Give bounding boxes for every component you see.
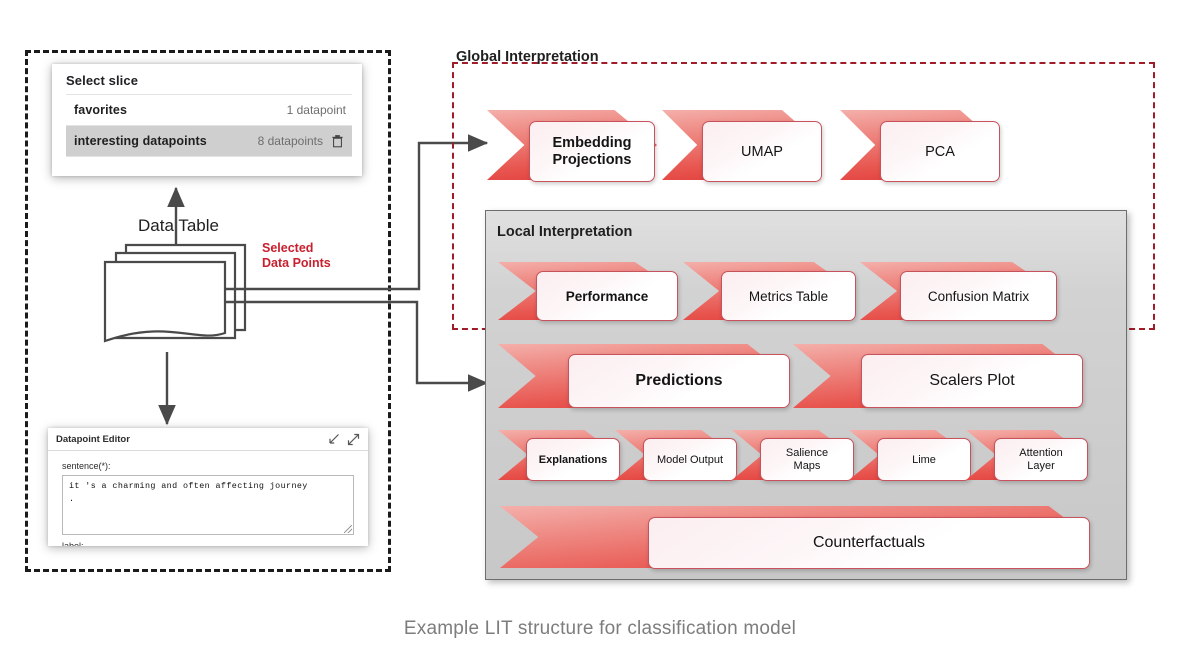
trash-icon[interactable] bbox=[332, 134, 346, 148]
chevron-block-pca[interactable]: PCA bbox=[840, 110, 1000, 182]
tool-card-counterfactuals[interactable]: Counterfactuals bbox=[648, 517, 1090, 569]
tool-card-explanations[interactable]: Explanations bbox=[526, 438, 620, 481]
sentence-value: it 's a charming and often affecting jou… bbox=[69, 481, 308, 504]
tool-card-metrics-table[interactable]: Metrics Table bbox=[721, 271, 856, 321]
chevron-block-metrics-table[interactable]: Metrics Table bbox=[683, 262, 856, 321]
chevron-block-counterfactuals[interactable]: Counterfactuals bbox=[500, 506, 1090, 569]
selected-data-points-label: Selected Data Points bbox=[262, 241, 392, 271]
local-interpretation-title: Local Interpretation bbox=[497, 224, 633, 240]
chevron-block-explanations[interactable]: Explanations bbox=[498, 430, 620, 481]
chevron-block-embedding-projections[interactable]: Embedding Projections bbox=[487, 110, 657, 182]
slice-count: 8 datapoints bbox=[257, 134, 323, 148]
chevron-block-umap[interactable]: UMAP bbox=[662, 110, 822, 182]
tool-card-scalers-plot[interactable]: Scalers Plot bbox=[861, 354, 1083, 408]
card-label: Embedding Projections bbox=[552, 134, 632, 168]
card-label: Attention Layer bbox=[1019, 446, 1063, 472]
selected-label-line1: Selected bbox=[262, 241, 314, 255]
slice-count: 1 datapoint bbox=[286, 103, 346, 117]
chevron-block-performance[interactable]: Performance bbox=[498, 262, 678, 321]
data-table-label: Data Table bbox=[138, 216, 219, 235]
global-interpretation-title: Global Interpretation bbox=[456, 49, 599, 65]
chevron-block-predictions[interactable]: Predictions bbox=[498, 344, 790, 408]
diagram-canvas: Select slice favorites 1 datapoint inter… bbox=[0, 0, 1200, 671]
resize-handle-icon[interactable] bbox=[344, 525, 352, 533]
slice-name: favorites bbox=[74, 103, 128, 117]
chevron-block-scalers-plot[interactable]: Scalers Plot bbox=[793, 344, 1083, 408]
tool-card-confusion-matrix[interactable]: Confusion Matrix bbox=[900, 271, 1057, 321]
card-label: Explanations bbox=[538, 453, 608, 466]
collapse-arrow-icon[interactable] bbox=[327, 433, 340, 446]
tool-card-lime[interactable]: Lime bbox=[877, 438, 971, 481]
chevron-block-lime[interactable]: Lime bbox=[849, 430, 971, 481]
list-item[interactable]: favorites 1 datapoint bbox=[66, 94, 352, 125]
sentence-input[interactable]: it 's a charming and often affecting jou… bbox=[62, 475, 354, 535]
tool-card-attention-layer[interactable]: Attention Layer bbox=[994, 438, 1088, 481]
tool-card-salience-maps[interactable]: Salience Maps bbox=[760, 438, 854, 481]
card-label: PCA bbox=[925, 143, 955, 160]
card-label: Confusion Matrix bbox=[927, 288, 1030, 304]
chevron-block-model-output[interactable]: Model Output bbox=[615, 430, 737, 481]
card-label: UMAP bbox=[741, 143, 783, 160]
tool-card-model-output[interactable]: Model Output bbox=[643, 438, 737, 481]
chevron-block-confusion-matrix[interactable]: Confusion Matrix bbox=[860, 262, 1057, 321]
datapoint-editor-body: sentence(*): it 's a charming and often … bbox=[48, 451, 368, 546]
select-slice-panel: Select slice favorites 1 datapoint inter… bbox=[52, 64, 362, 176]
card-label: Model Output bbox=[656, 453, 724, 466]
figure-caption: Example LIT structure for classification… bbox=[403, 618, 797, 639]
card-label: Performance bbox=[565, 288, 649, 304]
data-point-label: Data Point 1 bbox=[118, 276, 193, 291]
list-item-empty bbox=[66, 156, 352, 173]
label-field-label: label: bbox=[62, 541, 84, 546]
card-label: Salience Maps bbox=[785, 446, 829, 472]
card-label: Lime bbox=[912, 453, 936, 466]
datapoint-editor-header: Datapoint Editor bbox=[48, 428, 368, 451]
datapoint-editor-panel: Datapoint Editor sentence(*): it 's a ch… bbox=[48, 428, 368, 546]
card-label: Counterfactuals bbox=[812, 534, 926, 551]
card-label: Predictions bbox=[635, 372, 723, 389]
tool-card-predictions[interactable]: Predictions bbox=[568, 354, 790, 408]
tool-card-performance[interactable]: Performance bbox=[536, 271, 678, 321]
datapoint-editor-title: Datapoint Editor bbox=[56, 433, 130, 445]
tool-card-umap[interactable]: UMAP bbox=[702, 121, 822, 182]
chevron-block-attention-layer[interactable]: Attention Layer bbox=[966, 430, 1088, 481]
list-item[interactable]: interesting datapoints 8 datapoints bbox=[66, 125, 352, 156]
sentence-field-label: sentence(*): bbox=[62, 461, 111, 471]
slice-name: interesting datapoints bbox=[74, 134, 207, 148]
card-label: Metrics Table bbox=[748, 288, 829, 304]
slice-list: favorites 1 datapoint interesting datapo… bbox=[66, 94, 352, 173]
tool-card-embedding-projections[interactable]: Embedding Projections bbox=[529, 121, 655, 182]
expand-arrow-icon[interactable] bbox=[347, 433, 360, 446]
select-slice-title: Select slice bbox=[66, 73, 139, 88]
chevron-block-salience-maps[interactable]: Salience Maps bbox=[732, 430, 854, 481]
selected-label-line2: Data Points bbox=[262, 256, 331, 270]
card-label: Scalers Plot bbox=[929, 372, 1015, 389]
tool-card-pca[interactable]: PCA bbox=[880, 121, 1000, 182]
